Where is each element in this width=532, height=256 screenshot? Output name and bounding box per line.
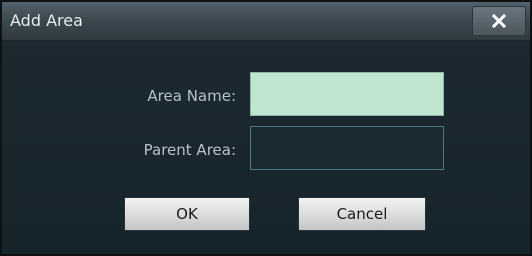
- parent-area-input[interactable]: [250, 126, 444, 170]
- ok-button[interactable]: OK: [124, 197, 250, 231]
- title-bar: Add Area: [2, 2, 530, 41]
- area-name-label: Area Name:: [147, 87, 236, 105]
- dialog-title: Add Area: [10, 11, 83, 30]
- cancel-button[interactable]: Cancel: [298, 197, 426, 231]
- add-area-dialog: Add Area Area Name: Parent Area: OK Canc…: [0, 0, 532, 256]
- parent-area-label: Parent Area:: [143, 141, 236, 159]
- close-button[interactable]: [472, 6, 526, 36]
- close-icon: [492, 14, 506, 28]
- area-name-input[interactable]: [250, 72, 444, 116]
